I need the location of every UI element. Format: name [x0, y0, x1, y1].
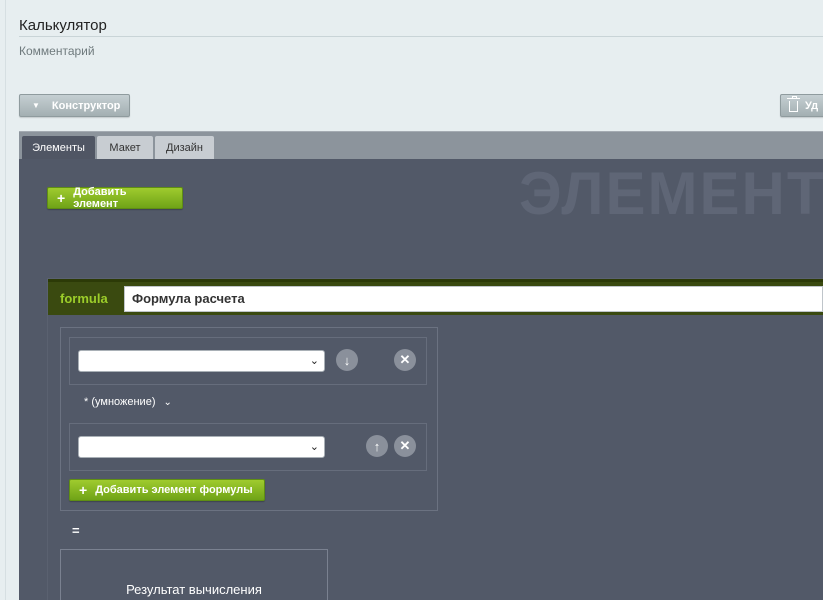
tab-design[interactable]: Дизайн — [155, 136, 214, 160]
title-divider — [19, 36, 823, 37]
page-title: Калькулятор — [19, 17, 107, 34]
arrow-down-icon: ↓ — [343, 352, 351, 368]
add-formula-element-button[interactable]: + Добавить элемент формулы — [69, 479, 265, 501]
tab-layout[interactable]: Макет — [97, 136, 153, 160]
formula-operand-row: ⌄ ↑ ✕ — [69, 423, 427, 471]
tab-elements[interactable]: Элементы — [22, 136, 95, 160]
triangle-down-icon: ▼ — [32, 101, 40, 110]
formula-body: ⌄ ↓ ✕ * (умножение) ⌄ ⌄ ↑ ✕ + Добавить э… — [60, 327, 438, 511]
move-up-button[interactable]: ↑ — [366, 435, 388, 457]
chevron-down-icon: ⌄ — [163, 396, 172, 408]
constructor-button-label: Конструктор — [51, 99, 121, 112]
constructor-button[interactable]: ▼ Конструктор — [19, 94, 130, 117]
add-element-label: Добавить элемент — [73, 186, 127, 210]
formula-key: formula — [60, 291, 108, 306]
plus-icon: + — [79, 482, 88, 498]
remove-operand-button[interactable]: ✕ — [394, 349, 416, 371]
elements-panel: ЭЛЕМЕНТ + Добавить элемент formula Форму… — [19, 159, 823, 600]
result-label: Результат вычисления — [126, 582, 262, 597]
operand-select[interactable]: ⌄ — [78, 436, 325, 458]
result-box: Результат вычисления — [60, 549, 328, 600]
move-down-button[interactable]: ↓ — [336, 349, 358, 371]
formula-title-input[interactable]: Формула расчета — [124, 285, 823, 312]
trash-icon — [787, 96, 800, 112]
close-icon: ✕ — [399, 352, 411, 367]
add-element-button[interactable]: + Добавить элемент — [47, 186, 183, 210]
remove-operand-button[interactable]: ✕ — [394, 435, 416, 457]
add-formula-element-label: Добавить элемент формулы — [95, 484, 253, 496]
chevron-down-icon: ⌄ — [309, 441, 319, 453]
watermark-text: ЭЛЕМЕНТ — [519, 160, 823, 227]
plus-icon: + — [57, 190, 66, 206]
left-border — [5, 0, 6, 600]
operator-select[interactable]: * (умножение) ⌄ — [84, 396, 172, 408]
operand-select[interactable]: ⌄ — [78, 350, 325, 372]
delete-button[interactable]: Уд — [780, 94, 823, 117]
chevron-down-icon: ⌄ — [309, 355, 319, 367]
equals-sign: = — [72, 523, 80, 538]
formula-card: formula Формула расчета ⌄ ↓ ✕ * (умножен… — [47, 278, 823, 600]
close-icon: ✕ — [399, 438, 411, 453]
formula-header: formula Формула расчета — [48, 279, 823, 315]
tabs-bar: Элементы Макет Дизайн — [19, 131, 823, 160]
formula-operand-row: ⌄ ↓ ✕ — [69, 337, 427, 385]
delete-button-label: Уд — [805, 99, 819, 112]
arrow-up-icon: ↑ — [373, 438, 381, 454]
operator-label: * (умножение) — [84, 396, 156, 408]
comment-text: Комментарий — [19, 44, 95, 58]
